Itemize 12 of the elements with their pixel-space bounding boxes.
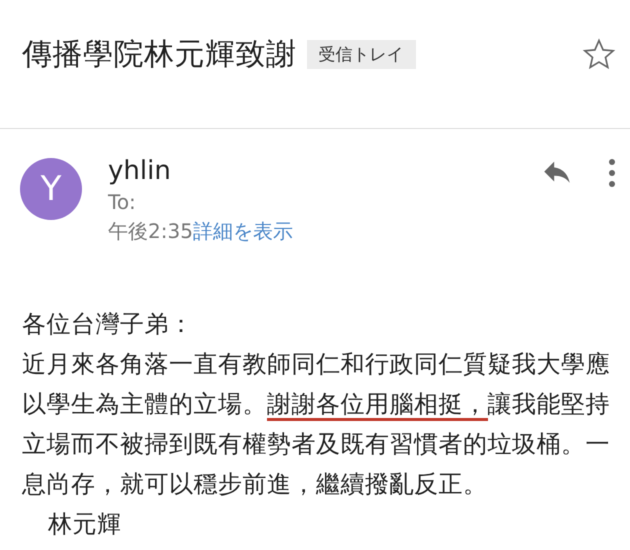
sender-name: yhlin xyxy=(108,155,171,188)
greeting-text: 各位台灣子弟： xyxy=(22,309,194,340)
star-icon[interactable] xyxy=(582,37,616,71)
sender-avatar: Y xyxy=(20,158,82,220)
recipient-label: To: xyxy=(108,189,136,216)
signature-text: 林元輝 xyxy=(47,509,122,540)
details-link[interactable]: 詳細を表示 xyxy=(192,216,293,246)
inbox-label[interactable]: 受信トレイ xyxy=(306,40,416,68)
sent-time: 午後2:35 xyxy=(108,218,193,245)
email-subject: 傳播學院林元輝致謝 xyxy=(22,36,296,74)
message-paragraph: 近月來各角落一直有教師同仁和行政同仁質疑我大學應以學生為主體的立場。謝謝各位用腦相挺，讓我能堅持立場而不被掃到既有權勢者及既有習慣者的垃圾桶。一息尚存，就可以穩步前進，繼續撥亂反正。 xyxy=(22,349,611,500)
more-options-icon[interactable] xyxy=(608,158,616,188)
